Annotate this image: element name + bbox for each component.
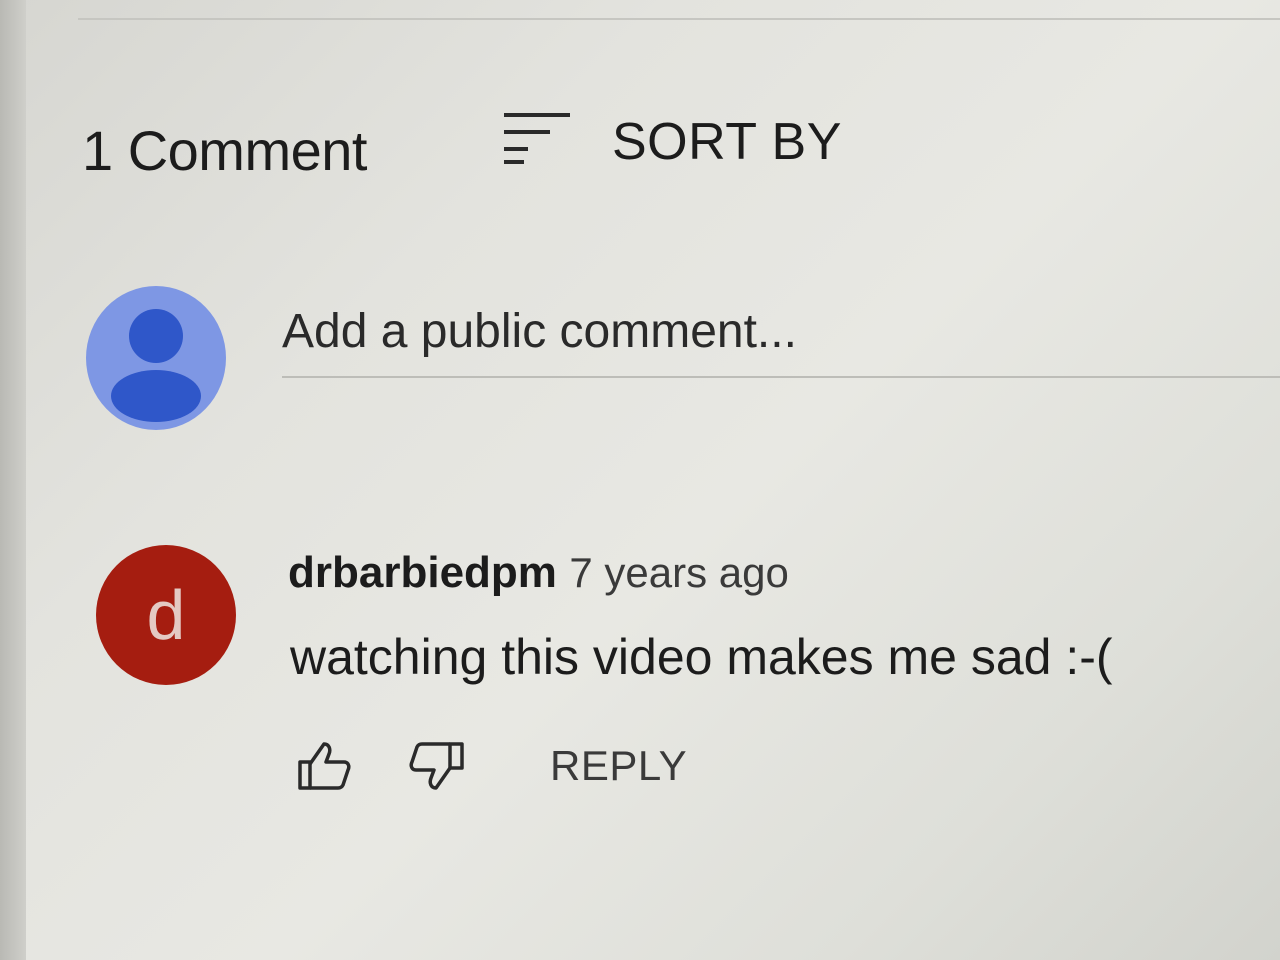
- comment-author[interactable]: drbarbiedpm: [288, 548, 557, 597]
- thumbs-down-icon[interactable]: [406, 740, 466, 792]
- user-avatar: [86, 286, 226, 430]
- person-icon: [111, 309, 201, 422]
- thumbs-up-icon[interactable]: [296, 740, 352, 792]
- avatar-letter: d: [146, 576, 186, 654]
- comment-count: 1 Comment: [82, 119, 367, 182]
- comment-timestamp[interactable]: 7 years ago: [569, 549, 788, 596]
- window-edge: [0, 0, 26, 960]
- section-divider: [78, 18, 1280, 20]
- comment-header: drbarbiedpm 7 years ago: [288, 548, 789, 598]
- sort-icon[interactable]: [500, 110, 574, 166]
- sort-by-button[interactable]: SORT BY: [612, 112, 842, 172]
- commenter-avatar[interactable]: d: [96, 545, 236, 685]
- reply-button[interactable]: REPLY: [550, 742, 687, 790]
- add-comment-input[interactable]: [282, 292, 1280, 378]
- comment-text: watching this video makes me sad :-(: [290, 629, 1113, 685]
